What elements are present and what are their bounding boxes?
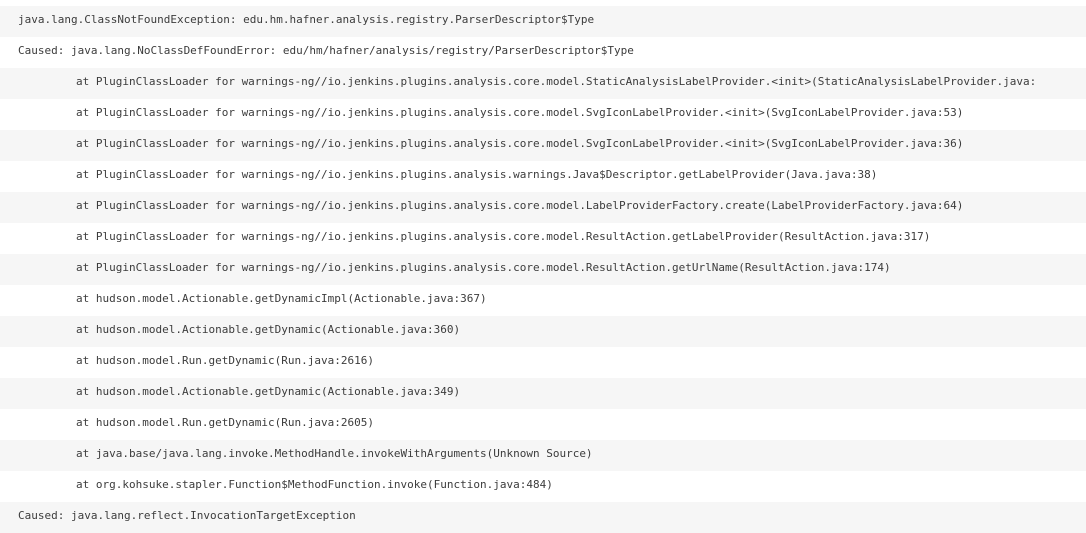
stack-frame-line: at PluginClassLoader for warnings-ng//io… <box>0 161 1086 192</box>
stack-frame-line: at PluginClassLoader for warnings-ng//io… <box>0 68 1086 99</box>
stack-frame-line: at PluginClassLoader for warnings-ng//io… <box>0 99 1086 130</box>
stack-frame-line: at hudson.model.Run.getDynamic(Run.java:… <box>0 347 1086 378</box>
stack-frame-line: at PluginClassLoader for warnings-ng//io… <box>0 130 1086 161</box>
stack-frame-line: at hudson.model.Actionable.getDynamic(Ac… <box>0 378 1086 409</box>
stack-frame-line: at hudson.model.Actionable.getDynamic(Ac… <box>0 316 1086 347</box>
stack-trace: java.lang.ClassNotFoundException: edu.hm… <box>0 6 1086 533</box>
stack-frame-line: at java.base/java.lang.invoke.MethodHand… <box>0 440 1086 471</box>
caused-by-line: Caused: java.lang.NoClassDefFoundError: … <box>0 37 1086 68</box>
stack-frame-line: at PluginClassLoader for warnings-ng//io… <box>0 192 1086 223</box>
exception-line: java.lang.ClassNotFoundException: edu.hm… <box>0 6 1086 37</box>
stack-frame-line: at hudson.model.Actionable.getDynamicImp… <box>0 285 1086 316</box>
stack-frame-line: at hudson.model.Run.getDynamic(Run.java:… <box>0 409 1086 440</box>
stack-frame-line: at PluginClassLoader for warnings-ng//io… <box>0 223 1086 254</box>
stack-frame-line: at PluginClassLoader for warnings-ng//io… <box>0 254 1086 285</box>
stack-frame-line: at org.kohsuke.stapler.Function$MethodFu… <box>0 471 1086 502</box>
caused-by-line: Caused: java.lang.reflect.InvocationTarg… <box>0 502 1086 533</box>
